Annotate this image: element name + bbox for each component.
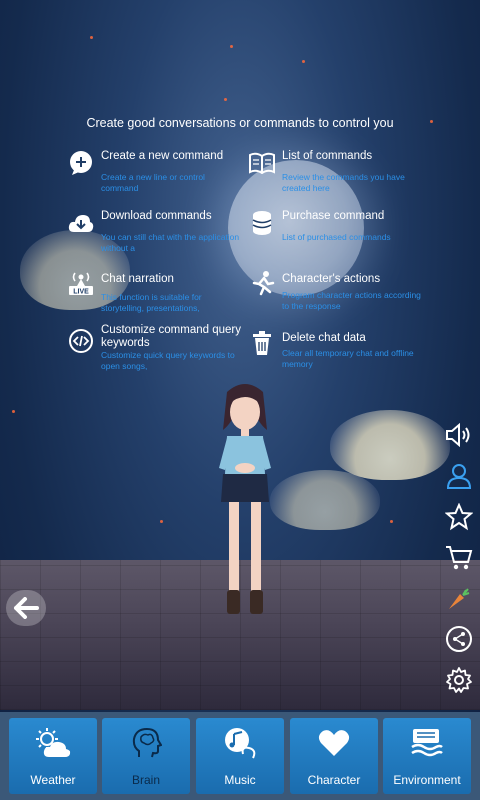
cloud-download-icon: [68, 210, 94, 236]
tab-label: Environment: [393, 773, 461, 787]
character-actions-item[interactable]: Character's actions Program character ac…: [249, 270, 429, 314]
trash-icon: [249, 330, 275, 356]
command-description: Customize quick query keywords to open s…: [101, 350, 235, 371]
running-person-icon: [249, 270, 275, 296]
command-description: Review the commands you have created her…: [282, 172, 405, 193]
command-title: Customize command query keywords: [101, 324, 241, 349]
cart-icon: [446, 546, 473, 570]
sparkle: [160, 520, 163, 523]
character-tab[interactable]: Character: [290, 718, 378, 794]
command-description: Create a new line or control command: [101, 172, 205, 193]
avatar-character[interactable]: [205, 382, 285, 622]
environment-tab[interactable]: Environment: [383, 718, 471, 794]
sparkle: [390, 520, 393, 523]
command-title: Purchase command: [282, 210, 385, 222]
svg-text:LIVE: LIVE: [73, 289, 89, 296]
sound-button[interactable]: [444, 420, 474, 450]
favorites-button[interactable]: [444, 502, 474, 532]
music-icon: [225, 728, 256, 759]
command-title: Delete chat data: [282, 332, 366, 344]
settings-button[interactable]: [444, 665, 474, 695]
tab-label: Character: [307, 773, 361, 787]
lotus-flower: [330, 410, 450, 480]
brain-tab[interactable]: Brain: [102, 718, 190, 794]
arrow-left-icon: [14, 597, 39, 619]
tab-label: Music: [224, 773, 256, 787]
delete-chat-data-item[interactable]: Delete chat data Clear all temporary cha…: [249, 330, 429, 374]
command-description: This function is suitable for storytelli…: [101, 292, 202, 313]
create-command-item[interactable]: Create a new command Create a new line o…: [68, 150, 248, 194]
share-button[interactable]: [444, 624, 474, 654]
weather-icon: [36, 728, 71, 757]
heart-icon: [318, 730, 350, 756]
book-icon: [249, 150, 275, 176]
bottom-dock: Weather Brain Music Character Environmen…: [0, 712, 480, 800]
chat-narration-item[interactable]: LIVE Chat narration This function is sui…: [68, 270, 248, 314]
add-comment-icon: [68, 150, 94, 176]
weather-tab[interactable]: Weather: [9, 718, 97, 794]
carrot-icon: [449, 588, 470, 609]
coins-icon: [249, 210, 275, 236]
command-description: You can still chat with the application …: [101, 232, 240, 253]
lotus-flower: [270, 470, 380, 530]
sparkle: [90, 36, 93, 39]
list-commands-item[interactable]: List of commands Review the commands you…: [249, 150, 429, 194]
star-icon: [445, 503, 473, 531]
live-broadcast-icon: LIVE: [68, 270, 94, 296]
command-title: Create a new command: [101, 150, 224, 162]
command-title: Download commands: [101, 210, 212, 222]
environment-icon: [411, 729, 443, 757]
profile-button[interactable]: [444, 461, 474, 491]
tab-label: Brain: [131, 773, 160, 787]
brain-head-icon: [132, 727, 162, 758]
speaker-icon: [446, 423, 470, 447]
sparkle: [12, 410, 15, 413]
command-title: List of commands: [282, 150, 373, 162]
command-title: Character's actions: [282, 273, 381, 285]
customize-keywords-item[interactable]: Customize command query keywords Customi…: [68, 324, 248, 374]
command-description: Clear all temporary chat and offline mem…: [282, 348, 414, 369]
food-button[interactable]: [444, 584, 474, 614]
command-title: Chat narration: [101, 273, 174, 285]
user-icon: [446, 464, 472, 489]
share-icon: [446, 626, 472, 652]
code-icon: [68, 328, 94, 354]
command-description: Program character actions according to t…: [282, 290, 421, 311]
command-description: List of purchased commands: [282, 232, 391, 242]
page-title: Create good conversations or commands to…: [86, 116, 394, 130]
sparkle: [230, 45, 233, 48]
purchase-command-item[interactable]: Purchase command List of purchased comma…: [249, 210, 429, 254]
back-button[interactable]: [6, 590, 46, 626]
sparkle: [224, 98, 227, 101]
settings-icon: [446, 667, 472, 693]
tab-label: Weather: [30, 773, 76, 787]
download-commands-item[interactable]: Download commands You can still chat wit…: [68, 210, 248, 254]
shop-button[interactable]: [444, 543, 474, 573]
music-tab[interactable]: Music: [196, 718, 284, 794]
sparkle: [302, 60, 305, 63]
